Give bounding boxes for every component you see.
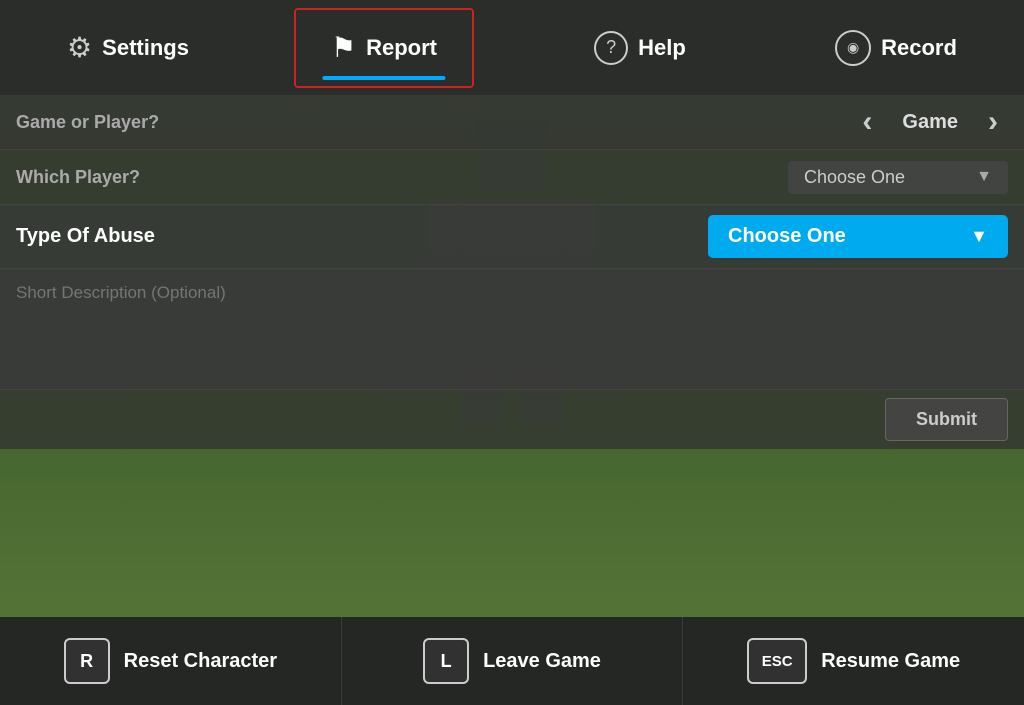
which-player-value: Choose One [804,167,905,188]
report-underline [322,76,445,80]
bottom-bar: R Reset Character L Leave Game ESC Resum… [0,617,1024,705]
description-row [0,269,1024,390]
dropdown-chevron-icon: ▼ [976,168,992,186]
game-or-player-row: Game or Player? ‹ Game › [0,95,1024,150]
main-panel: Game or Player? ‹ Game › Which Player? C… [0,95,1024,449]
resume-game-label: Resume Game [821,650,960,673]
report-label: Report [366,35,437,61]
type-of-abuse-dropdown[interactable]: Choose One ▼ [708,215,1008,258]
leave-game-label: Leave Game [483,650,601,673]
which-player-label: Which Player? [16,167,788,188]
nav-prev-arrow[interactable]: ‹ [852,105,882,139]
settings-button[interactable]: ⚙ Settings [38,8,218,88]
report-icon: ⚑ [331,31,356,64]
nav-next-arrow[interactable]: › [978,105,1008,139]
leave-game-button[interactable]: L Leave Game [342,617,684,705]
help-button[interactable]: ? Help [550,8,730,88]
resume-key-badge: ESC [747,638,807,684]
type-of-abuse-label: Type Of Abuse [16,225,708,248]
submit-button[interactable]: Submit [885,398,1008,441]
report-button[interactable]: ⚑ Report [294,8,474,88]
reset-character-label: Reset Character [124,650,277,673]
record-label: Record [881,35,957,61]
help-label: Help [638,35,686,61]
settings-icon: ⚙ [67,31,92,64]
reset-character-button[interactable]: R Reset Character [0,617,342,705]
record-icon: ◉ [835,30,871,66]
type-of-abuse-row: Type Of Abuse Choose One ▼ [0,205,1024,269]
game-or-player-label: Game or Player? [16,112,852,133]
which-player-row: Which Player? Choose One ▼ [0,150,1024,205]
description-textarea[interactable] [0,269,1024,389]
submit-row: Submit [0,390,1024,449]
game-player-nav: ‹ Game › [852,105,1008,139]
which-player-dropdown[interactable]: Choose One ▼ [788,161,1008,194]
abuse-chevron-icon: ▼ [970,226,988,247]
top-bar: ⚙ Settings ⚑ Report ? Help ◉ Record [0,0,1024,95]
abuse-dropdown-value: Choose One [728,225,846,248]
reset-key-badge: R [64,638,110,684]
game-or-player-value: Game [902,111,958,134]
leave-key-badge: L [423,638,469,684]
settings-label: Settings [102,35,189,61]
help-icon: ? [594,31,628,65]
record-button[interactable]: ◉ Record [806,8,986,88]
resume-game-button[interactable]: ESC Resume Game [683,617,1024,705]
